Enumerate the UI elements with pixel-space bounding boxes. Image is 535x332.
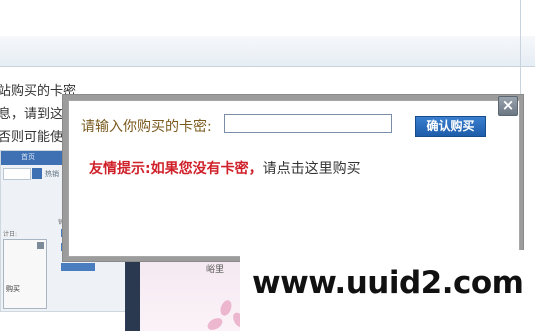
close-icon[interactable]: × (498, 96, 518, 116)
section-header (0, 36, 535, 67)
watermark: www.uuid2.com (252, 265, 524, 301)
tip-message: 友情提示:如果您没有卡密，请点击这里购买 (89, 158, 361, 178)
tip-prefix: 友情提示:如果您没有卡密， (89, 161, 263, 177)
petal-shape (205, 315, 225, 332)
instruction-line-3: 否则可能使 (0, 130, 64, 145)
petal-shape (218, 298, 234, 318)
buy-here-link[interactable]: 请点击这里购买 (263, 161, 361, 177)
example-date-label: 计日: (3, 231, 18, 238)
picture-caption: 峪里 (206, 265, 225, 275)
example-small-button (61, 263, 95, 271)
example-popup-text: 购买 (6, 285, 20, 293)
confirm-purchase-button[interactable]: 确认购买 (415, 116, 486, 137)
example-search-icon (32, 168, 42, 179)
top-bar (0, 0, 535, 37)
example-popup: 购买 (3, 239, 47, 309)
card-key-label: 请输入你购买的卡密: (81, 119, 212, 135)
card-key-input[interactable] (224, 114, 392, 133)
example-popup-close-icon (37, 242, 44, 249)
example-search-box (3, 168, 31, 180)
picture-dark-strip (126, 250, 140, 331)
instruction-line-2: 息，请到这 (0, 107, 64, 122)
example-tab-home: 首页 (21, 153, 35, 161)
